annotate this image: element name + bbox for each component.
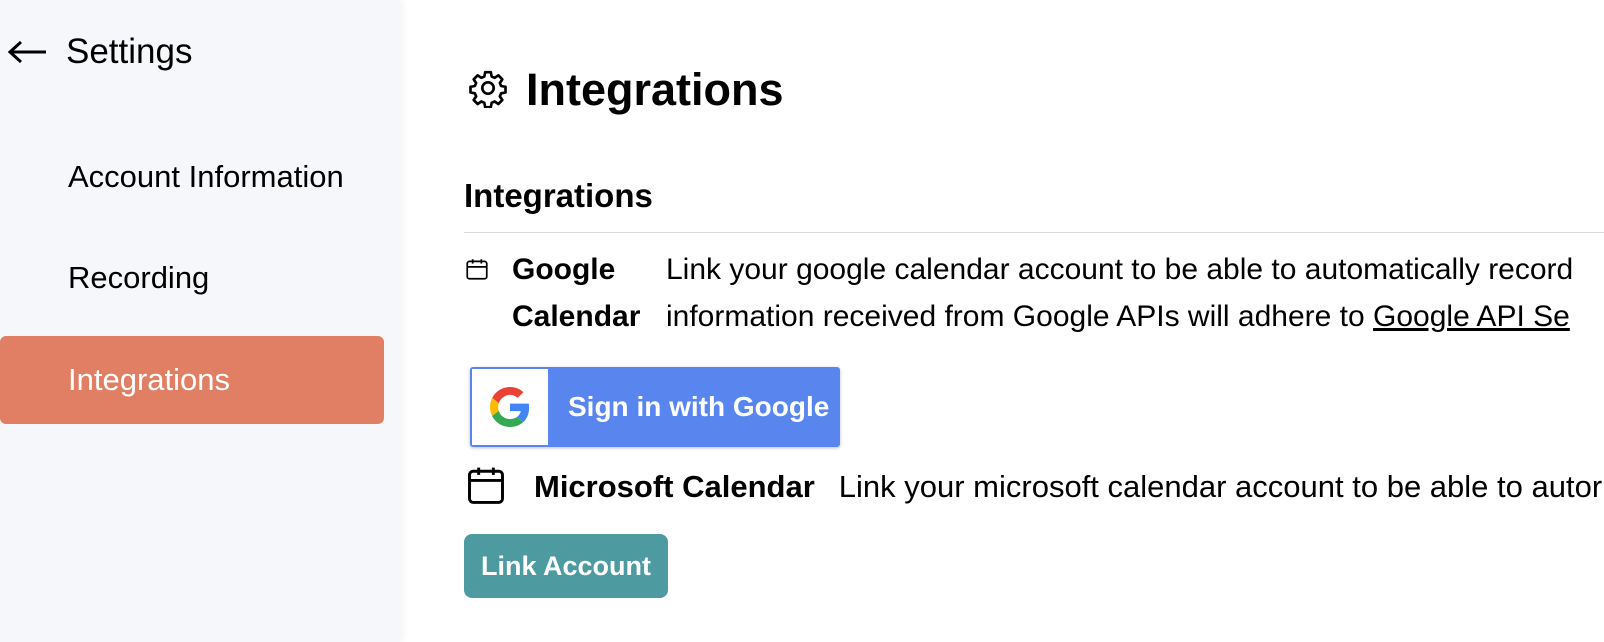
- back-to-settings[interactable]: Settings: [8, 30, 192, 74]
- arrow-left-icon[interactable]: [8, 40, 48, 64]
- settings-sidebar: Settings Account Information Recording I…: [0, 0, 400, 642]
- main-content: Integrations Integrations Google Calenda…: [464, 0, 1604, 642]
- description-line: Link your google calendar account to be …: [666, 253, 1574, 286]
- link-account-button[interactable]: Link Account: [464, 534, 668, 598]
- google-g-icon: [472, 369, 548, 445]
- google-button-label: Sign in with Google: [568, 391, 830, 422]
- sidebar-title: Settings: [66, 32, 193, 71]
- section-divider: [464, 232, 1604, 233]
- sidebar-item-label: Integrations: [68, 362, 230, 397]
- sidebar-item-label: Recording: [68, 260, 210, 295]
- integration-description: Link your microsoft calendar account to …: [838, 469, 1603, 504]
- google-calendar-integration: Google Calendar Link your google calenda…: [464, 246, 1573, 340]
- calendar-icon: [464, 256, 490, 287]
- integration-name: Microsoft Calendar: [534, 469, 815, 504]
- gear-icon: [468, 68, 508, 113]
- sign-in-with-google-button[interactable]: Sign in with Google: [470, 367, 840, 447]
- calendar-icon: [464, 463, 508, 512]
- page-header: Integrations: [468, 62, 784, 118]
- sidebar-item-account-information[interactable]: Account Information: [0, 133, 384, 221]
- page-title: Integrations: [526, 64, 784, 115]
- app-window: Settings Account Information Recording I…: [0, 0, 1604, 642]
- description-line: information received from Google APIs wi…: [666, 293, 1573, 340]
- sidebar-item-label: Account Information: [68, 159, 344, 194]
- sidebar-item-integrations[interactable]: Integrations: [0, 336, 384, 424]
- section-title: Integrations: [464, 177, 653, 214]
- integration-name: Google Calendar: [512, 253, 641, 333]
- google-api-policy-link[interactable]: Google API Se: [1373, 300, 1570, 333]
- microsoft-calendar-integration: Microsoft Calendar Link your microsoft c…: [464, 462, 1602, 512]
- integration-description: Link your google calendar account to be …: [666, 246, 1573, 340]
- description-text: information received from Google APIs wi…: [666, 300, 1374, 333]
- sidebar-item-recording[interactable]: Recording: [0, 234, 384, 322]
